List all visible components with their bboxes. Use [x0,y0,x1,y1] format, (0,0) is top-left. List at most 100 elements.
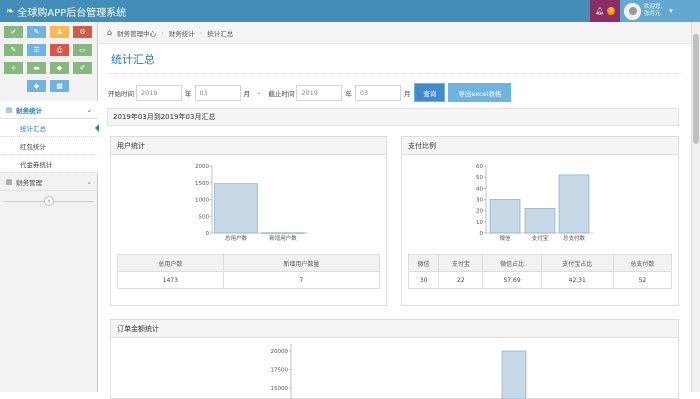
start-month-input[interactable]: 03 [194,84,241,101]
plus-shortcut-button[interactable]: + [4,62,23,74]
scrollbar-thumb[interactable] [693,34,699,144]
y-tick-label: 20000 [271,349,289,355]
sidebar-nav: ▤ 财务统计 ⌄ 统计汇总 红包统计 代金券统计 ▤ 财务管理 ⌄ [0,101,99,191]
end-month-input[interactable]: 03 [354,84,401,101]
print-shortcut-button[interactable]: ⎙ [50,44,69,56]
sidebar-item-label: 红包统计 [20,142,46,151]
notifications-button[interactable]: 🔔︎ 0 [590,0,620,22]
bar [261,232,305,234]
folder-shortcut-button[interactable]: ▬ [27,62,46,74]
breadcrumb-level2[interactable]: 财务统计 [169,28,195,38]
divider [109,73,681,74]
sidebar-item-voucher-stats[interactable]: 代金券统计 [0,155,98,173]
sidebar-item-stats-summary[interactable]: 统计汇总 [0,119,99,137]
query-button[interactable]: 查询 [414,83,446,102]
payment-ratio-panel: 支付比例 0 10 20 30 40 50 60 微信 支付宝 总支付数 微信 支付宝 微信占比 … [401,136,679,306]
app-logo[interactable]: ❧ 全球购APP后台管理系统 [6,4,126,19]
chevron-down-icon: ⌄ [86,105,92,114]
payment-ratio-chart: 0 10 20 30 40 50 60 微信 支付宝 总支付数 [476,164,593,242]
table-header-row: 总用户数 新增用户数量 [117,254,381,272]
sidebar-item-finance-mgmt[interactable]: ▤ 财务管理 ⌄ [0,173,98,191]
breadcrumb-separator-icon: › [199,28,203,37]
order-amount-panel: 订单金额统计 20000 17500 15000 [110,319,679,399]
y-tick-label: 2000 [195,164,209,170]
users-shortcut-button[interactable]: ♟ [50,26,69,38]
user-stats-chart: 0 500 1000 1500 2000 总用户数 新增用户数 [195,164,308,242]
tag-shortcut-button[interactable]: ◆ [50,62,69,74]
y-tick-label: 0 [480,231,484,237]
double-angle-left-icon: « [47,197,51,205]
edit-icon: ✎ [10,46,17,54]
desktop-shortcut-button[interactable]: ▭ [73,44,92,56]
table-cell: 22 [438,271,484,289]
user-menu[interactable]: 欢迎您, 张月元 ▾ [620,0,700,22]
table-cell: 30 [407,271,440,289]
tags-shortcut-button[interactable]: ◆ [27,80,46,92]
start-year-input[interactable]: 2019 [136,84,182,101]
breadcrumb-home[interactable]: 财务管理中心 [117,28,156,38]
sidebar-collapse-button[interactable]: « [44,196,54,206]
bar [524,208,556,234]
sidebar-item-label: 财务管理 [16,178,43,187]
table-header: 支付宝 [438,254,484,272]
plus-icon: + [10,64,17,72]
export-excel-button[interactable]: 导出excel表格 [448,83,512,102]
sidebar-item-label: 财务统计 [16,106,43,115]
end-year-input[interactable]: 2019 [296,84,343,101]
bar [558,174,590,234]
desktop-icon: ▭ [79,46,86,54]
list-icon: ☰ [33,46,40,54]
caret-down-icon: ▾ [669,7,673,15]
table-row: 1473 7 [117,271,381,289]
table-header: 新增用户数量 [222,254,381,272]
table-header: 微信 [407,254,440,272]
date-filter: 开始时间 2019 年 03 月 - 截止时间 2019 年 03 月 查询 导… [108,83,512,102]
range-dash: - [258,88,261,97]
welcome-text: 欢迎您, [644,4,663,10]
cogs-shortcut-button[interactable]: ⚙ [73,26,92,38]
sidebar-item-label: 统计汇总 [20,124,46,133]
avatar [624,2,641,20]
user-stats-table: 总用户数 新增用户数量 1473 7 [117,254,381,289]
order-amount-chart: 20000 17500 15000 [271,344,527,399]
y-tick-label: 60 [476,164,483,170]
table-cell: 42.31 [540,271,614,289]
sidebar-item-label: 代金券统计 [20,160,53,169]
user-stats-panel: 用户统计 0 500 1000 1500 2000 总用户数 新增用户数 总用户数 新增用户数… [110,136,387,306]
x-tick-label: 新增用户数 [269,234,297,242]
print-icon: ⎙ [56,45,63,54]
brush-shortcut-button[interactable]: ✐ [73,62,92,74]
sidebar-item-red-packet-stats[interactable]: 红包统计 [0,137,98,155]
y-tick-label: 17500 [271,368,289,374]
table-cell: 7 [222,271,381,289]
y-tick-label: 40 [476,186,483,192]
bell-icon: 🔔︎ [595,7,605,15]
list-shortcut-button[interactable]: ☰ [27,44,46,56]
breadcrumb-separator-icon: › [161,28,164,37]
username: 张月元 [644,11,661,17]
edit-shortcut-button[interactable]: ✎ [4,44,23,56]
grid-shortcut-button[interactable]: ▦ [50,80,69,92]
y-tick-label: 1000 [195,198,209,204]
top-navbar: ❧ 全球购APP后台管理系统 🔔︎ 0 欢迎您, 张月元 ▾ [0,0,700,22]
sidebar: ✔ ✎ ♟ ⚙ ✎ ☰ ⎙ ▭ + ▬ ◆ ✐ ◆ ▦ ▤ 财务统计 ⌄ 统计汇总 红包统计 代金券统计 … [0,22,99,392]
tag-icon: ◆ [56,64,63,72]
notification-badge: 0 [607,7,615,15]
year-unit: 年 [185,89,192,98]
y-tick-label: 500 [199,214,210,220]
y-tick-label: 1500 [195,181,209,187]
x-tick-label: 总支付数 [563,234,586,242]
check-shortcut-button[interactable]: ✔ [4,26,23,38]
sidebar-item-finance-stats[interactable]: ▤ 财务统计 ⌄ [0,101,98,119]
y-tick-label: 30 [476,198,483,204]
year-unit: 年 [345,89,352,98]
home-icon: ⌂ [107,28,113,37]
folder-icon: ▬ [33,64,40,72]
x-tick-label: 微信 [499,234,511,242]
table-header-row: 微信 支付宝 微信占比 支付宝占比 总支付数 [407,254,673,272]
table-cell: 1473 [117,271,224,289]
users-icon: ♟ [56,28,63,36]
pencil-shortcut-button[interactable]: ✎ [27,26,46,38]
page-scrollbar[interactable] [691,22,700,392]
payment-ratio-table: 微信 支付宝 微信占比 支付宝占比 总支付数 30 22 57.69 42.31… [407,254,673,289]
